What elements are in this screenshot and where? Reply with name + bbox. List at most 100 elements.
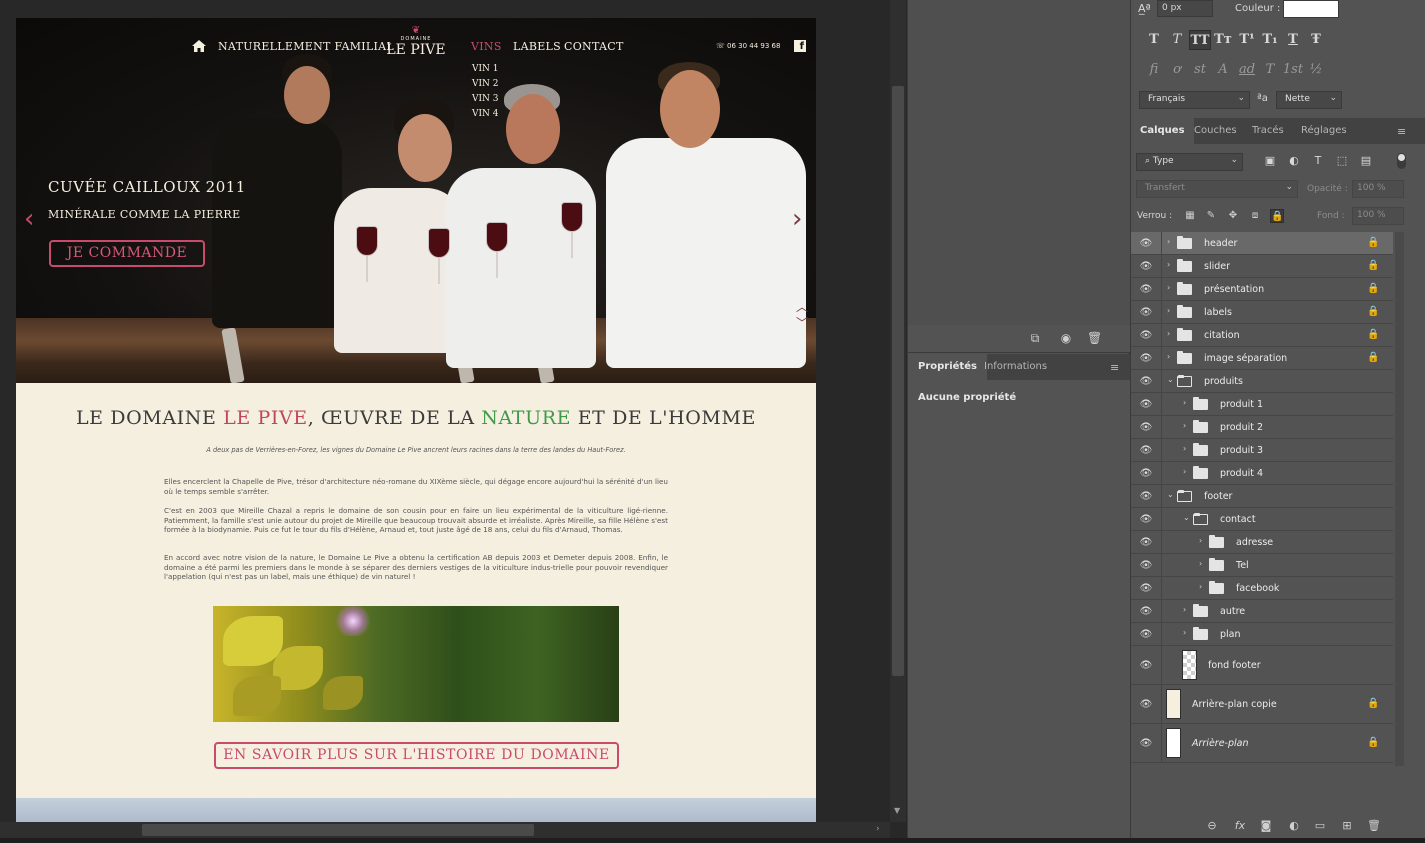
eye-icon[interactable]: 👁 [1139, 400, 1153, 410]
lock-brush-icon[interactable]: ✎ [1204, 209, 1218, 223]
layer-row[interactable]: 👁 › produit 4 [1131, 462, 1393, 485]
layer-row[interactable]: 👁 › header 🔒 [1131, 232, 1393, 255]
eye-icon[interactable]: 👁 [1139, 492, 1153, 502]
blend-mode-select[interactable]: Transfert ⌄ [1136, 180, 1298, 198]
layer-row[interactable]: 👁 › slider 🔒 [1131, 255, 1393, 278]
filter-smart-object-icon[interactable]: ▤ [1359, 154, 1373, 168]
eye-icon[interactable]: 👁 [1139, 331, 1153, 341]
eye-icon[interactable]: 👁 [1139, 469, 1153, 479]
layer-row[interactable]: 👁 › produit 2 [1131, 416, 1393, 439]
filter-pixel-icon[interactable]: ▣ [1263, 154, 1277, 168]
eye-icon[interactable]: 👁 [1139, 377, 1153, 387]
stylistic-alternates-button[interactable]: A [1212, 60, 1234, 80]
expand-closed-icon[interactable]: › [1167, 306, 1170, 315]
eye-icon[interactable]: 👁 [1139, 423, 1153, 433]
layer-row[interactable]: 👁 › citation 🔒 [1131, 324, 1393, 347]
superscript-button[interactable]: T¹ [1236, 30, 1258, 50]
layer-row[interactable]: 👁 › produit 3 [1131, 439, 1393, 462]
expand-closed-icon[interactable]: › [1199, 536, 1202, 545]
slider-prev-icon[interactable]: ‹ [24, 204, 34, 234]
fx-icon[interactable]: fx [1232, 818, 1248, 834]
all-caps-button[interactable]: TT [1189, 30, 1211, 50]
document-canvas[interactable]: NATURELLEMENT FAMILIAL VINS LABELS CONTA… [0, 0, 890, 822]
submenu-item[interactable]: VIN 4 [472, 107, 499, 122]
layer-row[interactable]: 👁 › autre [1131, 600, 1393, 623]
eye-icon[interactable]: 👁 [1139, 584, 1153, 594]
discretionary-ligatures-button[interactable]: ơ [1166, 60, 1188, 80]
history-button[interactable]: EN SAVOIR PLUS SUR L'HISTOIRE DU DOMAINE [214, 742, 619, 769]
scroll-down-icon[interactable]: ▼ [894, 806, 900, 815]
eye-icon[interactable]: 👁 [1139, 538, 1153, 548]
expand-closed-icon[interactable]: › [1167, 237, 1170, 246]
submenu-item[interactable]: VIN 2 [472, 77, 499, 92]
panel-menu-icon[interactable]: ≡ [1110, 361, 1119, 374]
lock-all-icon[interactable]: 🔒 [1270, 209, 1284, 223]
layer-filter-select[interactable]: ⌕ Type ⌄ [1136, 153, 1243, 171]
new-layer-icon[interactable]: ⊞ [1339, 818, 1355, 834]
eye-icon[interactable]: 👁 [1139, 308, 1153, 318]
expand-closed-icon[interactable]: › [1167, 283, 1170, 292]
faux-bold-button[interactable]: T [1143, 30, 1165, 50]
layer-row[interactable]: 👁 › labels 🔒 [1131, 301, 1393, 324]
lock-artboard-icon[interactable]: ⧈ [1248, 209, 1262, 223]
fractions-button[interactable]: ½ [1305, 60, 1327, 80]
chevron-down-icon[interactable]: ﹀ [796, 314, 808, 331]
underline-button[interactable]: T [1282, 30, 1304, 50]
expand-closed-icon[interactable]: › [1167, 352, 1170, 361]
add-mask-icon[interactable]: ◙ [1258, 818, 1274, 834]
scrollbar-thumb[interactable] [142, 824, 534, 836]
site-logo[interactable]: ❦ DOMAINE LE PIVE [382, 26, 450, 59]
color-swatch[interactable] [1283, 0, 1339, 18]
expand-closed-icon[interactable]: › [1167, 260, 1170, 269]
eye-icon[interactable]: 👁 [1139, 700, 1153, 710]
expand-closed-icon[interactable]: › [1183, 421, 1186, 430]
layer-row[interactable]: 👁 › plan [1131, 623, 1393, 646]
expand-closed-icon[interactable]: › [1183, 605, 1186, 614]
layer-row[interactable]: 👁 ⌄ footer [1131, 485, 1393, 508]
expand-closed-icon[interactable]: › [1183, 444, 1186, 453]
facebook-icon[interactable]: f [794, 40, 806, 52]
new-adjustment-icon[interactable]: ◐ [1286, 818, 1302, 834]
subscript-button[interactable]: T₁ [1259, 30, 1281, 50]
titling-alternates-button[interactable]: ad [1236, 60, 1258, 80]
eye-icon[interactable]: 👁 [1139, 607, 1153, 617]
eye-icon[interactable]: 👁 [1139, 262, 1153, 272]
submenu-item[interactable]: VIN 3 [472, 92, 499, 107]
scroll-right-icon[interactable]: › [876, 824, 880, 834]
lock-position-icon[interactable]: ✥ [1226, 209, 1240, 223]
new-document-from-state-icon[interactable]: ⧉ [1028, 331, 1042, 345]
slider-next-icon[interactable]: › [792, 204, 802, 234]
fill-field[interactable]: 100 % [1352, 207, 1404, 225]
eye-icon[interactable]: 👁 [1139, 515, 1153, 525]
swash-button[interactable]: st [1189, 60, 1211, 80]
camera-snapshot-icon[interactable]: ◉ [1059, 331, 1073, 345]
nav-tagline[interactable]: NATURELLEMENT FAMILIAL [218, 40, 394, 53]
expand-closed-icon[interactable]: › [1183, 628, 1186, 637]
new-group-icon[interactable]: ▭ [1312, 818, 1328, 834]
eye-icon[interactable]: 👁 [1139, 239, 1153, 249]
layer-row[interactable]: 👁 ⌄ contact [1131, 508, 1393, 531]
tab-couches[interactable]: Couches [1185, 118, 1246, 144]
ornaments-button[interactable]: T [1259, 60, 1281, 80]
layer-row[interactable]: 👁 ⌄ produits [1131, 370, 1393, 393]
layer-row[interactable]: 👁 Arrière-plan copie 🔒 [1131, 685, 1393, 724]
layer-row[interactable]: 👁 fond footer [1131, 646, 1393, 685]
tab-traces[interactable]: Tracés [1243, 118, 1293, 144]
filter-shape-icon[interactable]: ⬚ [1335, 154, 1349, 168]
canvas-vertical-scrollbar[interactable]: ▼ [890, 0, 906, 822]
nav-vins[interactable]: VINS [471, 40, 502, 53]
nav-contact[interactable]: CONTACT [564, 40, 624, 53]
strikethrough-button[interactable]: Ŧ [1305, 30, 1327, 50]
lock-transparency-icon[interactable]: ▦ [1183, 209, 1197, 223]
layer-row[interactable]: 👁 › facebook [1131, 577, 1393, 600]
filter-toggle[interactable] [1397, 153, 1406, 169]
eye-icon[interactable]: 👁 [1139, 630, 1153, 640]
eye-icon[interactable]: 👁 [1139, 661, 1153, 671]
order-button[interactable]: JE COMMANDE [49, 240, 205, 267]
tab-informations[interactable]: Informations [974, 354, 1057, 380]
layer-row[interactable]: 👁 Arrière-plan 🔒 [1131, 724, 1393, 763]
eye-icon[interactable]: 👁 [1139, 446, 1153, 456]
eye-icon[interactable]: 👁 [1139, 739, 1153, 749]
filter-adjustment-icon[interactable]: ◐ [1287, 154, 1301, 168]
canvas-horizontal-scrollbar[interactable]: › [0, 822, 890, 838]
